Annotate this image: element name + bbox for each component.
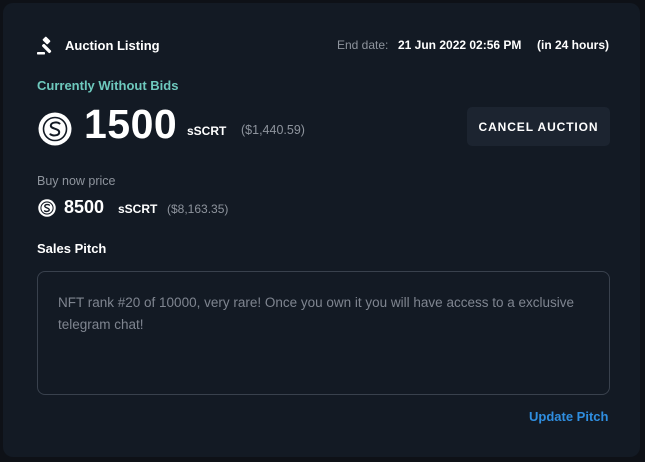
- end-date-value: 21 Jun 2022 02:56 PM: [398, 38, 522, 52]
- buy-now-price: 8500: [64, 197, 105, 217]
- scrt-coin-icon: [38, 199, 56, 217]
- update-pitch-link[interactable]: Update Pitch: [529, 409, 608, 424]
- scrt-coin-icon: [38, 112, 72, 146]
- current-price: 1500: [84, 101, 178, 147]
- buy-now-unit: sSCRT: [118, 202, 158, 216]
- sales-pitch-textarea[interactable]: NFT rank #20 of 10000, very rare! Once y…: [37, 271, 610, 395]
- bid-status: Currently Without Bids: [37, 78, 179, 93]
- auction-card: Auction Listing End date: 21 Jun 2022 02…: [3, 3, 640, 457]
- current-price-unit: sSCRT: [187, 124, 227, 138]
- end-date-relative: (in 24 hours): [537, 38, 610, 52]
- auction-listing-title: Auction Listing: [65, 38, 160, 53]
- sales-pitch-label: Sales Pitch: [37, 241, 107, 256]
- buy-now-usd: ($8,163.35): [167, 202, 229, 216]
- gavel-icon: [37, 36, 52, 55]
- end-date-label: End date:: [337, 38, 389, 52]
- cancel-auction-button[interactable]: CANCEL AUCTION: [467, 107, 610, 146]
- buy-now-label: Buy now price: [37, 174, 116, 188]
- current-price-usd: ($1,440.59): [241, 123, 305, 137]
